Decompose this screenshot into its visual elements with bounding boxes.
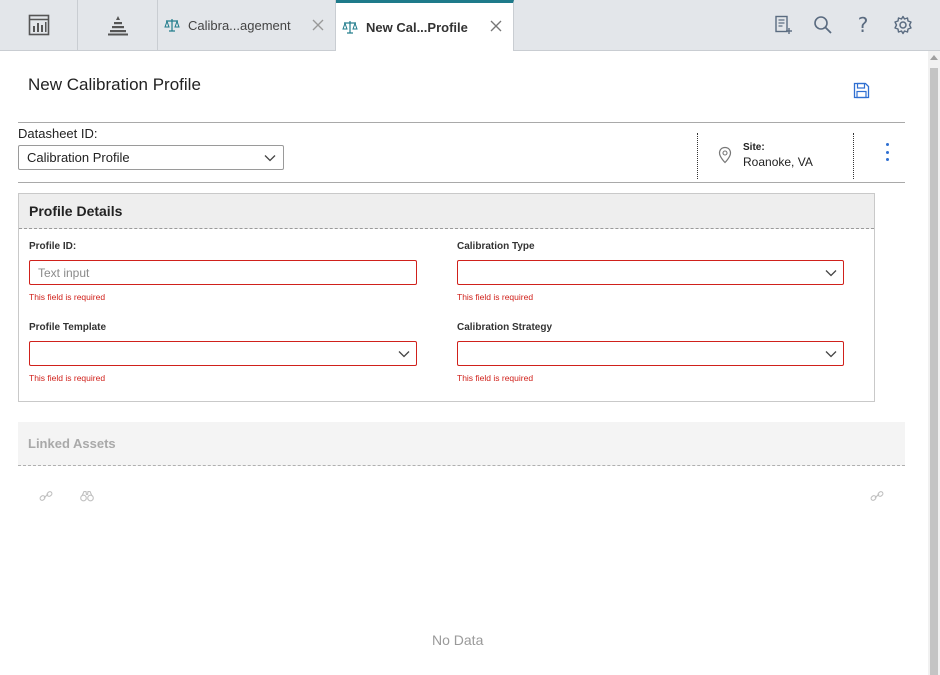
scale-icon: [342, 19, 358, 35]
checklist-add-icon: [775, 15, 792, 34]
calibration-strategy-error: This field is required: [457, 373, 534, 383]
no-data-text: No Data: [432, 632, 484, 648]
more-options-icon[interactable]: [880, 143, 894, 161]
profile-id-input[interactable]: Text input: [29, 260, 417, 285]
save-icon[interactable]: [853, 82, 870, 99]
settings-button[interactable]: [883, 0, 923, 50]
profile-details-panel: Profile Details Profile ID: Text input T…: [18, 193, 875, 402]
close-icon[interactable]: [311, 18, 325, 32]
search-icon: [814, 16, 832, 34]
profile-template-error: This field is required: [29, 373, 106, 383]
calibration-type-select[interactable]: [457, 260, 844, 285]
calibration-strategy-label: Calibration Strategy: [457, 322, 553, 333]
calibration-type-error: This field is required: [457, 292, 534, 302]
chevron-down-icon: [825, 270, 837, 277]
datasheet-select[interactable]: Calibration Profile: [18, 145, 284, 170]
search-button[interactable]: [803, 0, 843, 50]
profile-id-error: This field is required: [29, 292, 106, 302]
divider: [18, 182, 905, 183]
scale-icon: [164, 17, 180, 33]
location-pin-icon: [718, 146, 732, 164]
separator: [697, 133, 698, 179]
dashboard-button[interactable]: [0, 0, 78, 50]
panel-title: Profile Details: [29, 203, 123, 219]
separator: [853, 133, 854, 179]
help-icon: ?: [857, 13, 869, 37]
chevron-down-icon: [825, 351, 837, 358]
chevron-down-icon: [398, 351, 410, 358]
datasheet-value: Calibration Profile: [27, 150, 130, 165]
panel-header: Profile Details: [19, 194, 874, 229]
scrollbar-thumb[interactable]: [930, 68, 938, 675]
tab-new-calibration-profile[interactable]: New Cal...Profile: [336, 0, 514, 51]
page-title: New Calibration Profile: [28, 75, 201, 94]
calibration-type-label: Calibration Type: [457, 241, 535, 252]
profile-id-label: Profile ID:: [29, 241, 77, 252]
settings-icon: [894, 15, 912, 35]
datasheet-label: Datasheet ID:: [18, 126, 98, 141]
checklist-button[interactable]: [763, 0, 803, 50]
chevron-down-icon: [264, 155, 276, 162]
tab-label: Calibra...agement: [188, 17, 291, 33]
tab-label: New Cal...Profile: [366, 19, 468, 35]
profile-template-label: Profile Template: [29, 322, 107, 333]
scroll-up-arrow[interactable]: [930, 55, 938, 60]
linked-assets-title: Linked Assets: [28, 436, 116, 451]
site-label: Site:: [743, 142, 765, 153]
calibration-strategy-select[interactable]: [457, 341, 844, 366]
pyramid-icon: [107, 16, 128, 36]
linked-assets-header: Linked Assets: [18, 422, 905, 466]
help-button[interactable]: ?: [843, 0, 883, 50]
divider: [18, 122, 905, 123]
close-icon[interactable]: [489, 19, 503, 33]
profile-id-placeholder: Text input: [38, 266, 90, 280]
link-icon[interactable]: [39, 490, 53, 502]
binoculars-icon[interactable]: [80, 490, 94, 502]
site-value: Roanoke, VA: [743, 155, 813, 169]
unlink-icon[interactable]: [870, 490, 884, 502]
top-bar: Calibra...agement New Cal...Profile ?: [0, 0, 940, 51]
dashboard-icon: [28, 14, 49, 36]
pyramid-button[interactable]: [78, 0, 158, 50]
tab-calibration-management[interactable]: Calibra...agement: [158, 0, 336, 50]
profile-template-select[interactable]: [29, 341, 417, 366]
